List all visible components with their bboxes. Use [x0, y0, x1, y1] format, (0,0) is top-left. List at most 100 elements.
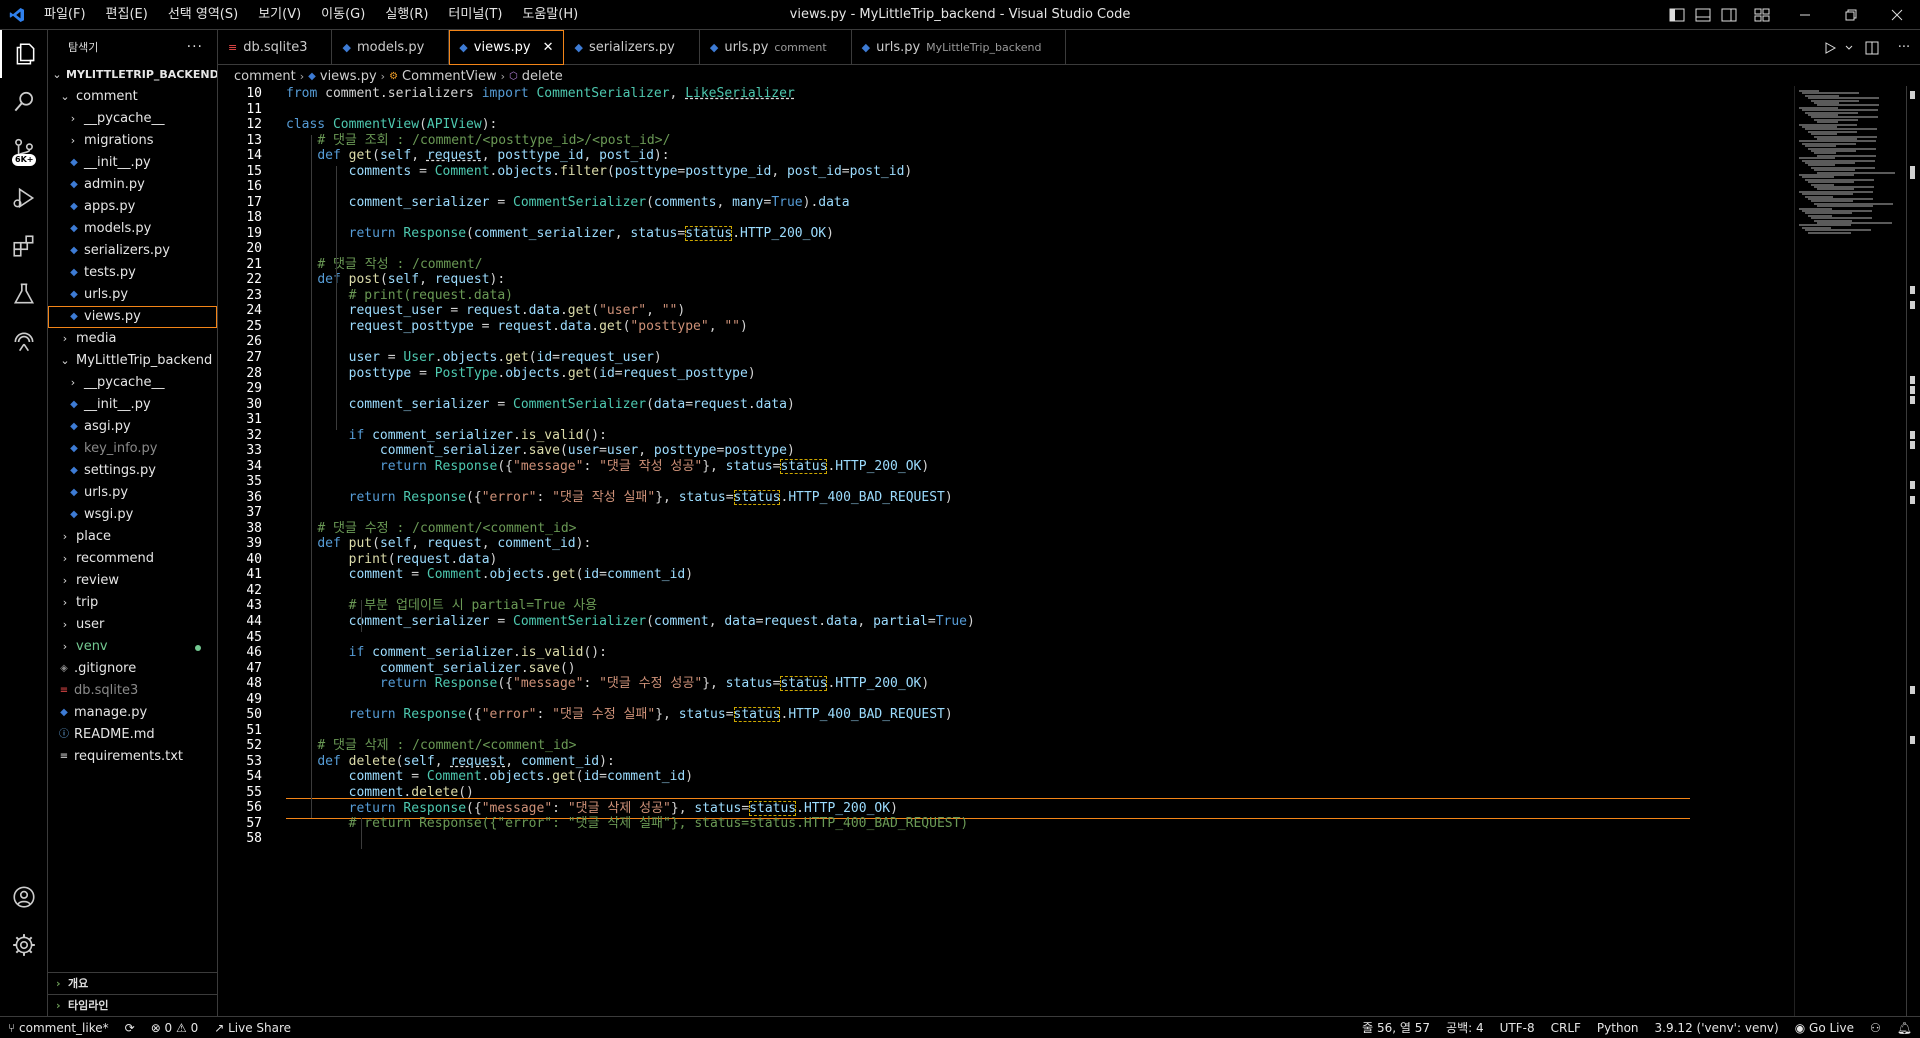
tree-item[interactable]: › __pycache__: [48, 372, 217, 394]
encoding[interactable]: UTF-8: [1492, 1017, 1543, 1038]
customize-layout-icon[interactable]: [1742, 0, 1782, 30]
run-and-debug-icon[interactable]: [0, 174, 47, 222]
close-window-icon[interactable]: [1874, 0, 1920, 30]
tree-item[interactable]: › place: [48, 526, 217, 548]
close-tab-icon[interactable]: ✕: [543, 40, 554, 55]
end-of-line[interactable]: CRLF: [1543, 1017, 1589, 1038]
notifications-bell-icon[interactable]: 🔔︎: [1889, 1017, 1920, 1038]
cursor-position[interactable]: 줄 56, 열 57: [1354, 1017, 1438, 1038]
tree-item[interactable]: ◆ urls.py: [48, 284, 217, 306]
menu-item[interactable]: 이동(G): [311, 0, 375, 30]
vscode-logo-icon: [0, 0, 34, 30]
editor-tab[interactable]: ◆ views.py ✕: [449, 30, 565, 65]
toggle-secondary-sidebar-icon[interactable]: [1716, 0, 1742, 30]
live-share-button[interactable]: ↗ Live Share: [206, 1017, 299, 1038]
tree-item[interactable]: ◆ __init__.py: [48, 394, 217, 416]
tree-item[interactable]: ≡ db.sqlite3: [48, 680, 217, 702]
tree-item[interactable]: › recommend: [48, 548, 217, 570]
tree-item[interactable]: › review: [48, 570, 217, 592]
toggle-primary-sidebar-icon[interactable]: [1664, 0, 1690, 30]
tree-item[interactable]: › venv: [48, 636, 217, 658]
run-python-file-icon[interactable]: [1818, 30, 1842, 65]
chevron-right-icon: ›: [62, 574, 68, 587]
editor-tab[interactable]: ≡ db.sqlite3: [218, 30, 333, 65]
language-mode[interactable]: Python: [1589, 1017, 1647, 1038]
tree-item[interactable]: › __pycache__: [48, 108, 217, 130]
restore-icon[interactable]: [1828, 0, 1874, 30]
menu-item[interactable]: 편집(E): [96, 0, 158, 30]
tree-item[interactable]: ◆ wsgi.py: [48, 504, 217, 526]
tree-item[interactable]: ≡ requirements.txt: [48, 746, 217, 768]
tree-item[interactable]: ⓘ README.md: [48, 724, 217, 746]
breadcrumb-separator-icon: ›: [380, 69, 386, 83]
breadcrumb-file[interactable]: views.py: [320, 69, 377, 84]
timeline-section[interactable]: › 타임라인: [48, 994, 217, 1016]
title-bar: 파일(F) 편집(E) 선택 영역(S) 보기(V) 이동(G) 실행(R) 터미널(T) 도…: [0, 0, 1920, 30]
tree-item[interactable]: ◆ key_info.py: [48, 438, 217, 460]
outline-section[interactable]: › 개요: [48, 972, 217, 994]
tree-item[interactable]: ◆ asgi.py: [48, 416, 217, 438]
editor-tab[interactable]: ◆ urls.py comment: [700, 30, 852, 65]
tree-item[interactable]: ◆ urls.py: [48, 482, 217, 504]
menu-item[interactable]: 파일(F): [34, 0, 96, 30]
more-actions-icon[interactable]: ···: [187, 39, 203, 55]
database-file-icon: ≡: [228, 41, 238, 54]
explorer-icon[interactable]: [0, 30, 47, 78]
tree-item[interactable]: ◆ views.py: [48, 306, 217, 328]
branch-indicator[interactable]: ⑂ comment_like*: [0, 1017, 117, 1038]
menu-item[interactable]: 보기(V): [248, 0, 311, 30]
toggle-panel-icon[interactable]: [1690, 0, 1716, 30]
split-editor-icon[interactable]: [1856, 30, 1888, 65]
menu-item[interactable]: 터미널(T): [438, 0, 512, 30]
tree-item-label: serializers.py: [84, 243, 170, 258]
tree-item[interactable]: ◈ .gitignore: [48, 658, 217, 680]
search-icon[interactable]: [0, 78, 47, 126]
code-editor[interactable]: 10 from comment.serializers import Commen…: [218, 86, 1920, 1016]
indentation[interactable]: 공백: 4: [1438, 1017, 1492, 1038]
vertical-scrollbar[interactable]: [1906, 86, 1920, 1016]
menu-item[interactable]: 도움말(H): [512, 0, 588, 30]
accounts-status-icon[interactable]: ⚇: [1862, 1017, 1889, 1038]
editor-tab[interactable]: ◆ serializers.py: [564, 30, 700, 65]
sync-icon[interactable]: ⟳: [117, 1017, 143, 1038]
tree-item[interactable]: › media: [48, 328, 217, 350]
editor-tab[interactable]: ◆ models.py: [332, 30, 450, 65]
tree-item[interactable]: ◆ settings.py: [48, 460, 217, 482]
chevron-right-icon: ›: [56, 977, 61, 990]
breadcrumb-method[interactable]: delete: [522, 69, 563, 84]
tree-item[interactable]: ⌄ MyLittleTrip_backend: [48, 350, 217, 372]
source-control-icon[interactable]: 6K+: [0, 126, 47, 174]
extensions-icon[interactable]: [0, 222, 47, 270]
breadcrumb-folder[interactable]: comment: [234, 69, 296, 84]
tree-item[interactable]: ◆ models.py: [48, 218, 217, 240]
tree-item[interactable]: ◆ manage.py: [48, 702, 217, 724]
run-dropdown-chevron-icon[interactable]: [1842, 30, 1856, 65]
breadcrumb-class[interactable]: CommentView: [402, 69, 497, 84]
tab-label: serializers.py: [588, 40, 675, 55]
go-live-button[interactable]: ◉ Go Live: [1787, 1017, 1862, 1038]
menu-item[interactable]: 선택 영역(S): [158, 0, 248, 30]
accounts-icon[interactable]: [0, 873, 47, 921]
remote-explorer-icon[interactable]: [0, 318, 47, 366]
tree-item[interactable]: › trip: [48, 592, 217, 614]
tree-item[interactable]: ◆ tests.py: [48, 262, 217, 284]
workspace-root[interactable]: ⌄ MYLITTLETRIP_BACKEND: [48, 64, 217, 86]
problems-indicator[interactable]: ⊗ 0 ⚠ 0: [143, 1017, 207, 1038]
tree-item[interactable]: ⌄ comment: [48, 86, 217, 108]
minimize-icon[interactable]: [1782, 0, 1828, 30]
python-interpreter[interactable]: 3.9.12 ('venv': venv): [1647, 1017, 1787, 1038]
editor-tab[interactable]: ◆ urls.py MyLittleTrip_backend: [852, 30, 1067, 65]
more-editor-actions-icon[interactable]: ···: [1888, 30, 1920, 65]
tree-item[interactable]: ◆ apps.py: [48, 196, 217, 218]
tree-item[interactable]: ◆ __init__.py: [48, 152, 217, 174]
manage-gear-icon[interactable]: [0, 921, 47, 969]
tree-item[interactable]: ◆ admin.py: [48, 174, 217, 196]
tree-item-label: __pycache__: [84, 111, 165, 126]
minimap[interactable]: [1794, 86, 1906, 1016]
python-file-icon: ◆: [308, 70, 316, 82]
tree-item[interactable]: › migrations: [48, 130, 217, 152]
tree-item[interactable]: › user: [48, 614, 217, 636]
menu-item[interactable]: 실행(R): [375, 0, 438, 30]
tree-item[interactable]: ◆ serializers.py: [48, 240, 217, 262]
testing-icon[interactable]: [0, 270, 47, 318]
